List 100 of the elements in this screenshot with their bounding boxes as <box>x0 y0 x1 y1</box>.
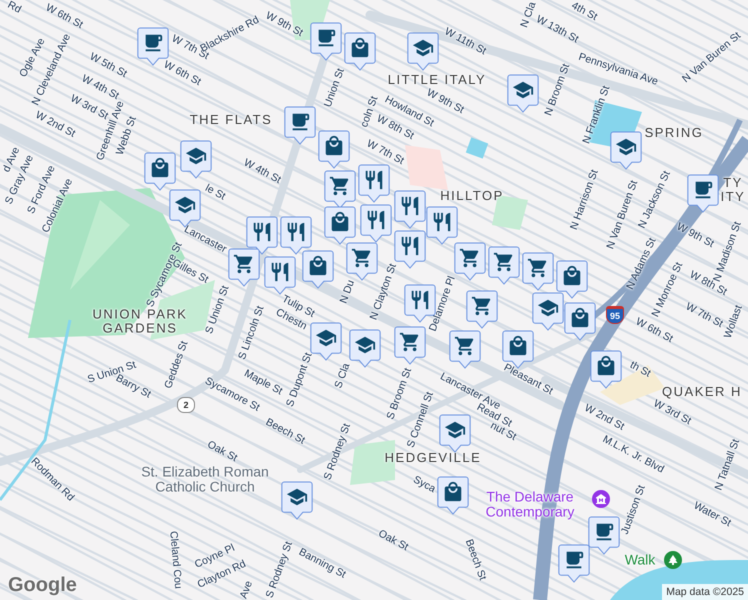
school-marker[interactable] <box>407 32 439 71</box>
school-marker[interactable] <box>507 74 539 113</box>
school-marker[interactable] <box>310 322 342 361</box>
grocery-marker[interactable] <box>324 170 356 209</box>
grocery-marker[interactable] <box>522 252 554 291</box>
shopping-cart-icon <box>471 295 493 317</box>
street-label: Oak St <box>205 439 239 465</box>
neighborhood-label: QUAKER H <box>662 384 742 399</box>
shopping-bag-icon <box>561 265 583 287</box>
neighborhood-label: ITY <box>720 190 746 204</box>
route-shield: 95 <box>606 306 624 324</box>
street-label: th St <box>628 360 652 380</box>
neighborhood-label: HEDGEVILLE <box>384 450 482 466</box>
place-label[interactable]: The Delaware Contemporary <box>472 490 588 520</box>
shopping-cart-icon <box>454 335 476 357</box>
shopping-cart-icon <box>527 257 549 279</box>
graduation-cap-icon <box>512 79 534 101</box>
street-label: W 9th St <box>264 10 304 40</box>
place-label[interactable]: Walk <box>620 552 660 568</box>
neighborhood-label: SPRING <box>644 126 704 140</box>
shopping-bag-icon <box>349 37 371 59</box>
place-label[interactable]: St. Elizabeth Roman Catholic Church <box>130 464 280 496</box>
graduation-cap-icon <box>354 334 376 356</box>
shopping-cart-icon <box>329 175 351 197</box>
shop-marker[interactable] <box>590 350 622 389</box>
grocery-marker[interactable] <box>454 242 486 281</box>
grocery-marker[interactable] <box>228 248 260 287</box>
cafe-marker[interactable] <box>588 516 620 555</box>
street-label: W 9th St <box>674 221 716 251</box>
restaurant-marker[interactable] <box>394 230 426 269</box>
restaurant-marker[interactable] <box>360 204 392 243</box>
neighborhood-label: THE FLATS <box>190 112 272 128</box>
fork-knife-icon <box>285 221 307 243</box>
fork-knife-icon <box>399 195 421 217</box>
grocery-marker[interactable] <box>394 326 426 365</box>
grocery-marker[interactable] <box>466 290 498 329</box>
street-label: Syca <box>410 474 438 496</box>
street-label: le St <box>203 182 227 204</box>
shop-marker[interactable] <box>318 130 350 169</box>
street-label: W 7th St <box>364 138 406 168</box>
school-marker[interactable] <box>532 292 564 331</box>
grocery-marker[interactable] <box>488 246 520 285</box>
graduation-cap-icon <box>286 486 308 508</box>
google-logo: Google <box>8 574 77 597</box>
shop-marker[interactable] <box>324 206 356 245</box>
restaurant-marker[interactable] <box>394 190 426 229</box>
cafe-marker[interactable] <box>284 106 316 145</box>
cafe-marker[interactable] <box>558 544 590 583</box>
cafe-marker[interactable] <box>687 174 719 213</box>
fork-knife-icon <box>269 261 291 283</box>
street-label: W 6th St <box>44 2 84 32</box>
fork-knife-icon <box>365 209 387 231</box>
street-label: N Broom St <box>543 62 573 118</box>
school-marker[interactable] <box>439 414 471 453</box>
restaurant-marker[interactable] <box>426 206 458 245</box>
street-label: Union St <box>322 67 348 109</box>
restaurant-marker[interactable] <box>358 164 390 203</box>
street-label: S Union St <box>204 284 232 336</box>
shop-marker[interactable] <box>564 302 596 341</box>
graduation-cap-icon <box>185 145 207 167</box>
shopping-bag-icon <box>507 335 529 357</box>
school-marker[interactable] <box>349 329 381 368</box>
school-marker[interactable] <box>180 140 212 179</box>
street-label: W 4th St <box>242 157 282 187</box>
street-label: W 3rd St <box>651 398 693 428</box>
street-label: Ave <box>238 580 256 600</box>
school-marker[interactable] <box>281 481 313 520</box>
shopping-cart-icon <box>351 247 373 269</box>
restaurant-marker[interactable] <box>280 216 312 255</box>
restaurant-marker[interactable] <box>246 216 278 255</box>
fork-knife-icon <box>251 221 273 243</box>
neighborhood-label: LITTLE ITALY <box>388 72 486 88</box>
street-label: S Broom St <box>385 366 414 421</box>
shopping-bag-icon <box>442 481 464 503</box>
fork-knife-icon <box>399 235 421 257</box>
street-label: S Lincoln St <box>237 304 267 362</box>
shopping-cart-icon <box>233 253 255 275</box>
graduation-cap-icon <box>412 37 434 59</box>
shop-marker[interactable] <box>302 250 334 289</box>
street-label: N Tatnall St <box>713 438 743 492</box>
shop-marker[interactable] <box>344 32 376 71</box>
shopping-bag-icon <box>307 255 329 277</box>
street-label: N Du <box>338 278 358 306</box>
street-label: W 6th St <box>162 59 202 89</box>
school-marker[interactable] <box>610 131 642 170</box>
restaurant-marker[interactable] <box>264 256 296 295</box>
shopping-bag-icon <box>323 135 345 157</box>
shopping-bag-icon <box>329 211 351 233</box>
shopping-bag-icon <box>569 307 591 329</box>
graduation-cap-icon <box>315 327 337 349</box>
shop-marker[interactable] <box>144 152 176 191</box>
street-label: W 6th St <box>634 316 674 346</box>
grocery-marker[interactable] <box>449 330 481 369</box>
shopping-cart-icon <box>399 331 421 353</box>
neighborhood-label: UNION PARK GARDENS <box>92 308 188 336</box>
street-label: Rd <box>5 0 23 16</box>
shop-marker[interactable] <box>556 260 588 299</box>
shop-marker[interactable] <box>437 476 469 515</box>
cafe-marker[interactable] <box>310 22 342 61</box>
graduation-cap-icon <box>615 136 637 158</box>
